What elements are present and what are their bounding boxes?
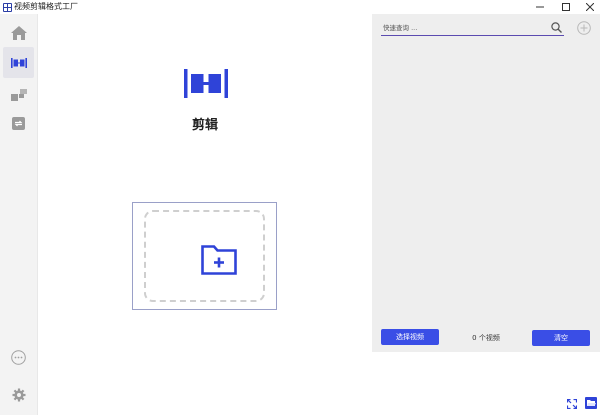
- select-video-button[interactable]: 选择视频: [381, 329, 439, 345]
- minimize-icon: [536, 6, 544, 8]
- sidebar-item-merge[interactable]: [3, 79, 34, 110]
- video-count: 0 个视频: [472, 334, 500, 342]
- sidebar-item-settings[interactable]: [3, 379, 34, 410]
- feature-label: 剪辑: [191, 118, 218, 133]
- search-box: [381, 21, 564, 36]
- sidebar-item-clip[interactable]: [3, 47, 34, 78]
- more-icon: [11, 350, 26, 365]
- clip-icon: [10, 57, 27, 68]
- video-drop-zone[interactable]: [132, 202, 277, 310]
- fullscreen-icon[interactable]: [567, 399, 577, 409]
- clip-feature-icon: [184, 69, 228, 98]
- merge-icon: [10, 88, 27, 101]
- close-button[interactable]: [578, 0, 600, 14]
- search-icon[interactable]: [551, 22, 562, 33]
- close-icon: [586, 3, 594, 11]
- maximize-button[interactable]: [554, 0, 578, 14]
- app-logo-icon: [3, 3, 12, 12]
- maximize-icon: [562, 3, 570, 11]
- drop-zone-dashed-area[interactable]: [144, 210, 265, 302]
- main-area: 剪辑: [38, 14, 368, 415]
- minimize-button[interactable]: [528, 0, 552, 14]
- sidebar: [0, 14, 38, 415]
- open-folder-icon[interactable]: [585, 397, 597, 409]
- add-circle-icon[interactable]: [577, 21, 591, 35]
- folder-add-icon: [201, 245, 237, 275]
- video-list-panel: 选择视频 0 个视频 清空: [372, 14, 600, 352]
- sidebar-item-more[interactable]: [3, 342, 34, 373]
- sidebar-item-home[interactable]: [3, 17, 34, 48]
- sidebar-item-convert[interactable]: [3, 108, 34, 139]
- window-title: 视频剪辑格式工厂: [14, 2, 78, 11]
- clear-button[interactable]: 清空: [532, 330, 590, 346]
- settings-icon: [12, 388, 25, 401]
- home-icon: [10, 25, 27, 40]
- title-bar: 视频剪辑格式工厂: [0, 0, 600, 14]
- search-input[interactable]: [383, 21, 543, 34]
- convert-icon: [12, 117, 25, 130]
